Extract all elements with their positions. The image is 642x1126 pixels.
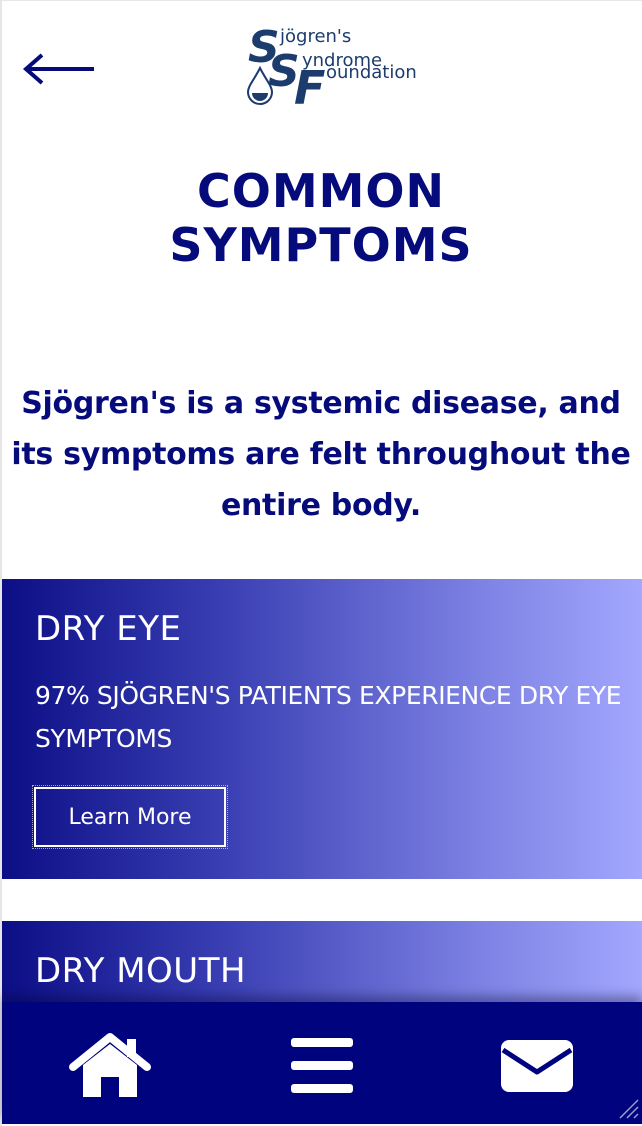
page-title: COMMON SYMPTOMS (0, 164, 642, 272)
menu-icon (291, 1038, 353, 1093)
bottom-navigation (2, 1002, 642, 1124)
foundation-logo[interactable]: S S F jögren's yndrome oundation (244, 22, 494, 115)
card-title: DRY MOUTH (35, 951, 247, 991)
card-description: 97% SJÖGREN'S PATIENTS EXPERIENCE DRY EY… (35, 681, 622, 753)
app-screen: S S F jögren's yndrome oundation COMMON … (0, 0, 642, 1126)
back-button[interactable] (22, 44, 102, 94)
home-icon (69, 1033, 151, 1097)
nav-menu-button[interactable] (282, 1028, 362, 1104)
symptom-card-dry-eye: DRY EYE 97% SJÖGREN'S PATIENTS EXPERIENC… (2, 579, 642, 879)
svg-text:oundation: oundation (326, 62, 417, 83)
nav-mail-button[interactable] (492, 1028, 582, 1104)
resize-grip-icon[interactable] (616, 1096, 640, 1120)
frame-border-top (0, 0, 642, 1)
learn-more-button[interactable]: Learn More (32, 785, 228, 849)
nav-home-button[interactable] (62, 1028, 158, 1104)
svg-text:jögren's: jögren's (279, 26, 351, 47)
page-title-line-2: SYMPTOMS (169, 218, 473, 272)
arrow-left-icon (22, 53, 94, 85)
page-title-line-1: COMMON (196, 164, 446, 218)
card-title: DRY EYE (35, 609, 182, 649)
intro-text: Sjögren's is a systemic disease, and its… (11, 386, 631, 523)
mail-icon (501, 1040, 573, 1092)
